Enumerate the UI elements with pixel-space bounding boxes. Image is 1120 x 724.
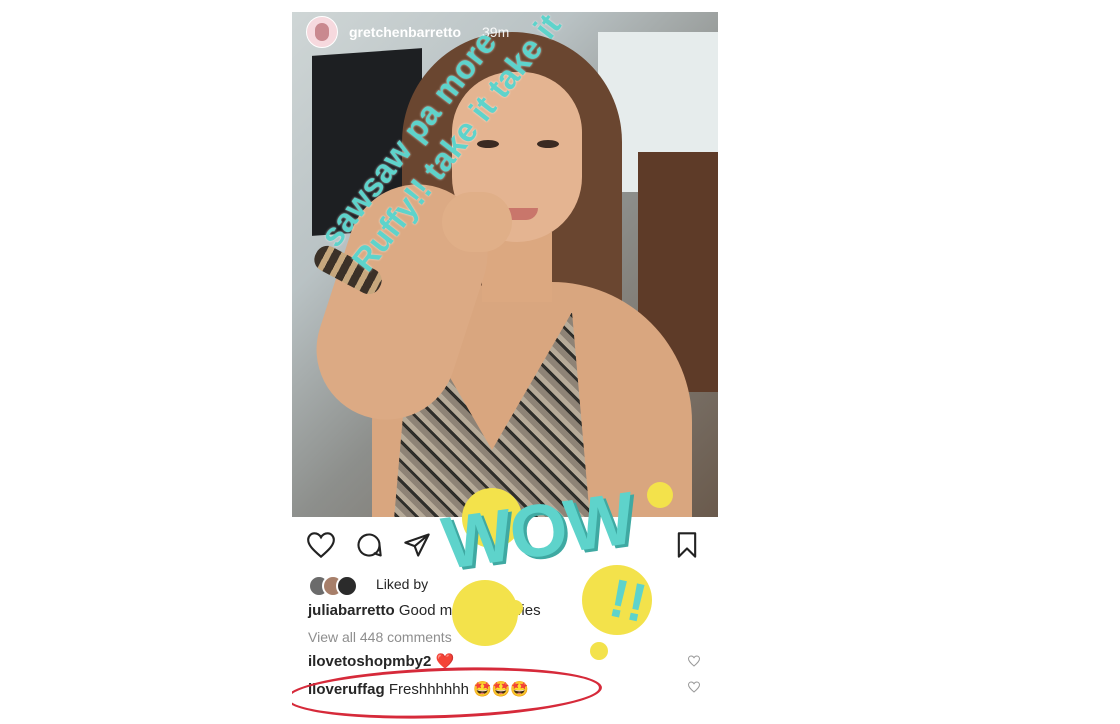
liker-avatar (336, 575, 358, 597)
send-icon[interactable] (402, 530, 432, 560)
liked-by-text: Liked by (376, 576, 429, 592)
heart-icon[interactable] (306, 530, 336, 560)
view-all-comments-link[interactable]: View all 448 comments (308, 629, 452, 645)
comment-icon[interactable] (354, 530, 384, 560)
story-username[interactable]: gretchenbarretto (349, 24, 461, 40)
comment-row: ilovetoshopmby2 ❤️ (308, 652, 454, 670)
instagram-story-screenshot: gretchenbarretto 39m sawsaw pa more Ruff… (292, 0, 718, 724)
sticker-dot (507, 600, 523, 616)
highlight-circle (292, 662, 603, 724)
sticker-dot (590, 642, 608, 660)
comment-username[interactable]: ilovetoshopmby2 (308, 653, 431, 670)
comment-username[interactable]: juliabarretto (308, 602, 395, 619)
comment-like-icon[interactable] (687, 680, 701, 693)
sticker-dot (647, 482, 673, 508)
bookmark-icon[interactable] (672, 530, 702, 560)
profile-avatar[interactable] (306, 16, 338, 48)
comment-like-icon[interactable] (687, 654, 701, 667)
